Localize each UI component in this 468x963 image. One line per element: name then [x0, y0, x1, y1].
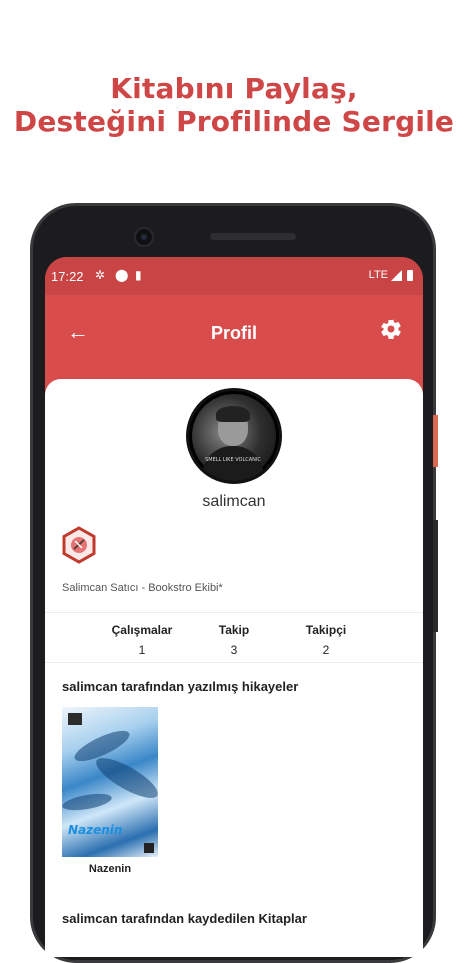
network-label: LTE [368, 269, 388, 281]
earpiece-speaker [210, 233, 296, 240]
headline-line-1: Kitabını Paylaş, [110, 72, 358, 105]
written-stories-title: salimcan tarafından yazılmış hikayeler [62, 679, 299, 694]
stat-following-value: 3 [230, 643, 238, 657]
stat-following[interactable]: Takip 3 [209, 623, 259, 657]
avatar-photo [192, 394, 276, 481]
status-bar: 17:22 ✲ ⬤ ▮ LTE [45, 257, 423, 295]
front-camera [134, 227, 154, 247]
stat-followers-value: 2 [322, 643, 330, 657]
status-right: LTE [369, 269, 413, 281]
stat-followers-label: Takipçi [305, 623, 347, 637]
profile-content: SMELL LIKE VOLCANIC salimcan Salimcan Sa… [45, 379, 423, 957]
phone-screen: 17:22 ✲ ⬤ ▮ LTE ← Profil SMELL LIKE VOLC… [45, 257, 423, 957]
book-cover[interactable]: Nazenin [62, 707, 158, 857]
notification-icon: ✲ [95, 268, 106, 282]
stat-works-label: Çalışmalar [111, 623, 173, 637]
cover-art [62, 790, 113, 814]
phone-power-button [433, 415, 438, 467]
sd-card-icon: ▮ [135, 268, 142, 282]
avatar-shirt-text: SMELL LIKE VOLCANIC [205, 457, 261, 463]
stat-following-label: Takip [218, 623, 250, 637]
publisher-mark [144, 843, 154, 853]
signal-icon [391, 269, 402, 281]
status-time: 17:22 [51, 269, 84, 284]
app-notification-icon: ⬤ [115, 268, 129, 282]
book-title[interactable]: Nazenin [62, 863, 158, 875]
headline-line-2: Desteğini Profilinde Sergile [13, 105, 455, 138]
saved-books-title: salimcan tarafından kaydedilen Kitaplar [62, 911, 307, 926]
publisher-logo [68, 713, 82, 725]
stat-followers[interactable]: Takipçi 2 [297, 623, 355, 657]
username: salimcan [202, 493, 266, 510]
avatar-shirt [202, 446, 264, 481]
stat-works[interactable]: Çalışmalar 1 [105, 623, 179, 657]
stat-works-value: 1 [138, 643, 146, 657]
phone-volume-button [433, 520, 438, 632]
divider [45, 612, 423, 613]
gear-icon[interactable] [379, 317, 403, 346]
avatar-hair [216, 406, 250, 422]
hexagon-badge-icon[interactable] [62, 526, 96, 569]
promo-headline: Kitabını Paylaş, Desteğini Profilinde Se… [0, 72, 468, 138]
book-cover-title: Nazenin [68, 823, 123, 837]
profile-bio: Salimcan Satıcı - Bookstro Ekibi* [62, 582, 223, 594]
battery-icon [407, 269, 413, 281]
divider [45, 662, 423, 663]
avatar[interactable]: SMELL LIKE VOLCANIC [186, 388, 282, 484]
app-bar: ← Profil [45, 295, 423, 379]
page-title: Profil [210, 323, 257, 343]
